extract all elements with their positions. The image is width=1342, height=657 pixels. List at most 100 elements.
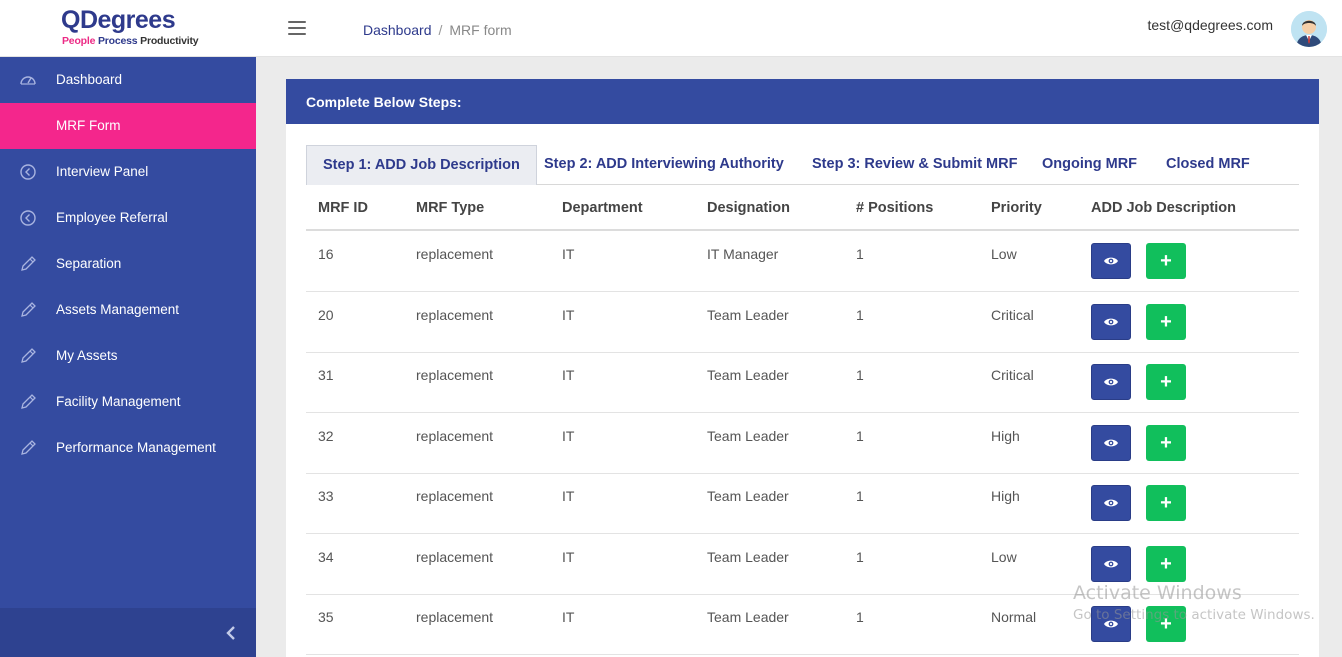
top-header: Dashboard / MRF form test@qdegrees.com	[256, 0, 1342, 57]
user-email[interactable]: test@qdegrees.com	[1148, 17, 1274, 33]
table-cell: IT	[562, 246, 575, 262]
view-button[interactable]	[1091, 243, 1131, 279]
plus-icon: +	[1160, 492, 1172, 514]
menu-toggle-icon[interactable]	[288, 21, 306, 35]
add-job-description-button[interactable]: +	[1146, 546, 1186, 582]
eye-icon	[1103, 558, 1119, 570]
plus-icon: +	[1160, 371, 1172, 393]
logo: QDegrees People Process Productivity	[0, 0, 256, 57]
column-header: MRF ID	[318, 200, 368, 216]
table-cell: IT	[562, 609, 575, 625]
tab-closed-mrf[interactable]: Closed MRF	[1166, 145, 1250, 184]
breadcrumb: Dashboard / MRF form	[363, 22, 512, 38]
table-cell: 1	[856, 246, 864, 262]
table-cell: replacement	[416, 246, 494, 262]
table-cell: High	[991, 428, 1020, 444]
add-job-description-button[interactable]: +	[1146, 364, 1186, 400]
add-job-description-button[interactable]: +	[1146, 425, 1186, 461]
sidebar-item-dashboard[interactable]: Dashboard	[0, 57, 256, 103]
sidebar-item-performance-management[interactable]: Performance Management	[0, 425, 256, 471]
tab-step-2[interactable]: Step 2: ADD Interviewing Authority	[544, 145, 784, 184]
eye-icon	[1103, 497, 1119, 509]
column-header: MRF Type	[416, 200, 485, 216]
tagline-people: People	[62, 35, 98, 47]
column-header: Designation	[707, 200, 790, 216]
table-cell: 1	[856, 367, 864, 383]
breadcrumb-separator: /	[438, 22, 443, 38]
sidebar-item-my-assets[interactable]: My Assets	[0, 333, 256, 379]
sidebar-item-label: Assets Management	[56, 302, 180, 317]
table-cell: replacement	[416, 428, 494, 444]
table-cell: Team Leader	[707, 609, 789, 625]
table-cell: IT	[562, 488, 575, 504]
view-button[interactable]	[1091, 364, 1131, 400]
view-button[interactable]	[1091, 485, 1131, 521]
eye-icon	[1103, 255, 1119, 267]
breadcrumb-dashboard-link[interactable]: Dashboard	[363, 22, 432, 38]
tagline-process: Process	[97, 35, 141, 47]
sidebar-item-separation[interactable]: Separation	[0, 241, 256, 287]
table-cell: Critical	[991, 307, 1034, 323]
watermark-subtitle: Go to Settings to activate Windows.	[1073, 607, 1315, 623]
table-cell: 35	[318, 609, 334, 625]
table-cell: 1	[856, 307, 864, 323]
add-job-description-button[interactable]: +	[1146, 304, 1186, 340]
column-header: Priority	[991, 200, 1042, 216]
table-cell: IT	[562, 307, 575, 323]
table-row: 20 replacement IT Team Leader 1 Critical +	[306, 292, 1299, 353]
sidebar-item-facility-management[interactable]: Facility Management	[0, 379, 256, 425]
table-cell: Low	[991, 246, 1017, 262]
table-cell: replacement	[416, 549, 494, 565]
breadcrumb-current: MRF form	[449, 22, 512, 38]
table-row: 32 replacement IT Team Leader 1 High +	[306, 413, 1299, 474]
table-cell: Team Leader	[707, 428, 789, 444]
table-cell: 20	[318, 307, 334, 323]
table-cell: 1	[856, 428, 864, 444]
plus-icon: +	[1160, 250, 1172, 272]
column-header: # Positions	[856, 200, 934, 216]
view-button[interactable]	[1091, 304, 1131, 340]
table-cell: replacement	[416, 307, 494, 323]
table-cell: replacement	[416, 367, 494, 383]
sidebar-item-label: Performance Management	[56, 440, 216, 455]
step-tabs: Step 1: ADD Job Description Step 2: ADD …	[306, 145, 1299, 185]
sidebar-item-employee-referral[interactable]: Employee Referral	[0, 195, 256, 241]
table-cell: 34	[318, 549, 334, 565]
avatar[interactable]	[1291, 11, 1327, 47]
tab-ongoing-mrf[interactable]: Ongoing MRF	[1042, 145, 1137, 184]
tab-step-1[interactable]: Step 1: ADD Job Description	[306, 145, 537, 185]
sidebar-footer	[0, 608, 256, 657]
sidebar: Dashboard MRF Form Interview Panel Emplo…	[0, 57, 256, 657]
circle-arrow-icon	[19, 209, 37, 227]
sidebar-item-assets-management[interactable]: Assets Management	[0, 287, 256, 333]
sidebar-item-label: Interview Panel	[56, 164, 149, 179]
plus-icon: +	[1160, 432, 1172, 454]
chevron-left-icon[interactable]	[224, 625, 238, 641]
table-cell: Team Leader	[707, 367, 789, 383]
eye-icon	[1103, 437, 1119, 449]
table-row: 33 replacement IT Team Leader 1 High +	[306, 473, 1299, 534]
watermark-title: Activate Windows	[1073, 582, 1242, 604]
table-cell: replacement	[416, 488, 494, 504]
table-cell: High	[991, 488, 1020, 504]
add-job-description-button[interactable]: +	[1146, 243, 1186, 279]
table-cell: Team Leader	[707, 549, 789, 565]
sidebar-item-label: MRF Form	[56, 118, 121, 133]
table-cell: 1	[856, 488, 864, 504]
speedometer-icon	[19, 71, 37, 89]
sidebar-item-label: My Assets	[56, 348, 118, 363]
eye-icon	[1103, 316, 1119, 328]
sidebar-item-mrf-form[interactable]: MRF Form	[0, 103, 256, 149]
table-cell: Low	[991, 549, 1017, 565]
circle-arrow-icon	[19, 163, 37, 181]
table-cell: IT	[562, 549, 575, 565]
column-header: ADD Job Description	[1091, 200, 1237, 216]
view-button[interactable]	[1091, 546, 1131, 582]
view-button[interactable]	[1091, 425, 1131, 461]
table-cell: Team Leader	[707, 488, 789, 504]
tab-step-3[interactable]: Step 3: Review & Submit MRF	[812, 145, 1017, 184]
table-cell: Team Leader	[707, 307, 789, 323]
add-job-description-button[interactable]: +	[1146, 485, 1186, 521]
sidebar-item-interview-panel[interactable]: Interview Panel	[0, 149, 256, 195]
sidebar-item-label: Employee Referral	[56, 210, 168, 225]
